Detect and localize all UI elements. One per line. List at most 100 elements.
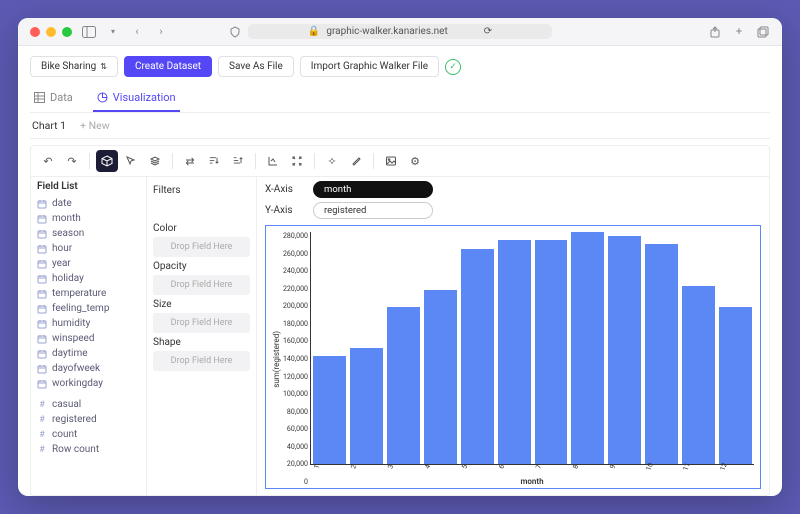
field-count[interactable]: #count xyxy=(37,427,140,442)
shape-dropzone[interactable]: Drop Field Here xyxy=(153,351,250,371)
field-humidity[interactable]: humidity xyxy=(37,316,140,331)
toolbar-right: + xyxy=(708,25,770,39)
close-window-icon[interactable] xyxy=(30,27,40,37)
main-tabs: Data Visualization xyxy=(30,85,770,113)
toolbar-left: ▾ ‹ › xyxy=(82,25,168,39)
field-temperature[interactable]: temperature xyxy=(37,286,140,301)
field-year[interactable]: year xyxy=(37,256,140,271)
chart-plot: 123456789101112 month xyxy=(310,232,754,486)
stack-icon[interactable] xyxy=(144,150,166,172)
opacity-dropzone[interactable]: Drop Field Here xyxy=(153,275,250,295)
bar-8[interactable] xyxy=(571,232,604,464)
canvas-area: X-Axis month Y-Axis registered sum(regis… xyxy=(257,177,769,495)
bar-6[interactable] xyxy=(498,240,531,464)
hash-icon: # xyxy=(37,400,47,410)
chevron-down-icon[interactable]: ▾ xyxy=(106,25,120,39)
marktype-cube-icon[interactable] xyxy=(96,150,118,172)
field-Row count[interactable]: #Row count xyxy=(37,442,140,457)
bar-4[interactable] xyxy=(424,290,457,464)
bar-9[interactable] xyxy=(608,236,641,464)
field-feeling_temp[interactable]: feeling_temp xyxy=(37,301,140,316)
field-dayofweek[interactable]: dayofweek xyxy=(37,361,140,376)
shelf-opacity-label: Opacity xyxy=(153,261,250,272)
reload-icon[interactable]: ⟳ xyxy=(484,26,492,37)
bar-5[interactable] xyxy=(461,249,494,464)
field-winspeed[interactable]: winspeed xyxy=(37,331,140,346)
sort-desc-icon[interactable] xyxy=(227,150,249,172)
y-axis-label: Y-Axis xyxy=(265,205,305,216)
bar-12[interactable] xyxy=(719,307,752,464)
shelf-filters-label: Filters xyxy=(153,185,250,196)
x-axis-pill[interactable]: month xyxy=(313,181,433,198)
resize-icon[interactable] xyxy=(286,150,308,172)
settings-gear-icon[interactable]: ⚙ xyxy=(404,150,426,172)
field-workingday[interactable]: workingday xyxy=(37,376,140,391)
tab-new-chart[interactable]: + New xyxy=(80,119,110,132)
calendar-icon xyxy=(37,229,47,239)
sort-asc-icon[interactable] xyxy=(203,150,225,172)
export-image-icon[interactable] xyxy=(380,150,402,172)
bar-10[interactable] xyxy=(645,244,678,464)
tab-chart-1[interactable]: Chart 1 xyxy=(32,119,66,132)
chart-icon xyxy=(97,92,108,103)
x-axis-label: X-Axis xyxy=(265,184,305,195)
field-season[interactable]: season xyxy=(37,226,140,241)
swap-icon[interactable]: ⇄ xyxy=(179,150,201,172)
chart-container: sum(registered) 280,000260,000240,000220… xyxy=(265,225,761,489)
field-holiday[interactable]: holiday xyxy=(37,271,140,286)
table-icon xyxy=(34,92,45,103)
calendar-icon xyxy=(37,379,47,389)
bar-1[interactable] xyxy=(313,356,346,464)
bar-7[interactable] xyxy=(535,240,568,464)
tab-viz-label: Visualization xyxy=(113,91,176,104)
maximize-window-icon[interactable] xyxy=(62,27,72,37)
redo-button[interactable]: ↷ xyxy=(61,150,83,172)
calendar-icon xyxy=(37,274,47,284)
back-icon[interactable]: ‹ xyxy=(130,25,144,39)
field-month[interactable]: month xyxy=(37,211,140,226)
share-icon[interactable] xyxy=(708,25,722,39)
lock-icon: 🔒 xyxy=(308,26,320,37)
y-axis-pill[interactable]: registered xyxy=(313,202,433,219)
shelf-size-label: Size xyxy=(153,299,250,310)
y-axis-shelf: Y-Axis registered xyxy=(265,202,761,219)
field-registered[interactable]: #registered xyxy=(37,412,140,427)
tabs-icon[interactable] xyxy=(756,25,770,39)
bar-2[interactable] xyxy=(350,348,383,464)
encoding-shelves: Filters Color Drop Field Here Opacity Dr… xyxy=(147,177,257,495)
bar-3[interactable] xyxy=(387,307,420,464)
app-body: Bike Sharing ⇅ Create Dataset Save As Fi… xyxy=(18,46,782,496)
tab-data-label: Data xyxy=(50,91,73,104)
forward-icon[interactable]: › xyxy=(154,25,168,39)
bar-11[interactable] xyxy=(682,286,715,464)
create-dataset-button[interactable]: Create Dataset xyxy=(124,56,212,77)
brush-icon[interactable] xyxy=(345,150,367,172)
color-dropzone[interactable]: Drop Field Here xyxy=(153,237,250,257)
calendar-icon xyxy=(37,259,47,269)
import-button[interactable]: Import Graphic Walker File xyxy=(300,56,439,77)
minimize-window-icon[interactable] xyxy=(46,27,56,37)
magic-icon[interactable]: ✧ xyxy=(321,150,343,172)
undo-button[interactable]: ↶ xyxy=(37,150,59,172)
field-casual[interactable]: #casual xyxy=(37,397,140,412)
address-bar[interactable]: 🔒 graphic-walker.kanaries.net ⟳ xyxy=(248,24,552,39)
save-as-file-button[interactable]: Save As File xyxy=(218,56,294,77)
viz-toolbar: ↶ ↷ ⇄ ✧ ⚙ xyxy=(31,146,769,177)
dataset-selector[interactable]: Bike Sharing ⇅ xyxy=(30,56,118,77)
size-dropzone[interactable]: Drop Field Here xyxy=(153,313,250,333)
tab-visualization[interactable]: Visualization xyxy=(93,85,180,112)
axis-config-icon[interactable] xyxy=(262,150,284,172)
new-tab-icon[interactable]: + xyxy=(732,25,746,39)
sidebar-icon[interactable] xyxy=(82,25,96,39)
field-hour[interactable]: hour xyxy=(37,241,140,256)
tab-data[interactable]: Data xyxy=(30,85,77,112)
field-date[interactable]: date xyxy=(37,196,140,211)
calendar-icon xyxy=(37,289,47,299)
cursor-icon[interactable] xyxy=(120,150,142,172)
top-controls: Bike Sharing ⇅ Create Dataset Save As Fi… xyxy=(30,56,770,77)
shelf-shape-label: Shape xyxy=(153,337,250,348)
shield-icon[interactable] xyxy=(228,25,242,39)
shelf-color-label: Color xyxy=(153,223,250,234)
calendar-icon xyxy=(37,349,47,359)
field-daytime[interactable]: daytime xyxy=(37,346,140,361)
